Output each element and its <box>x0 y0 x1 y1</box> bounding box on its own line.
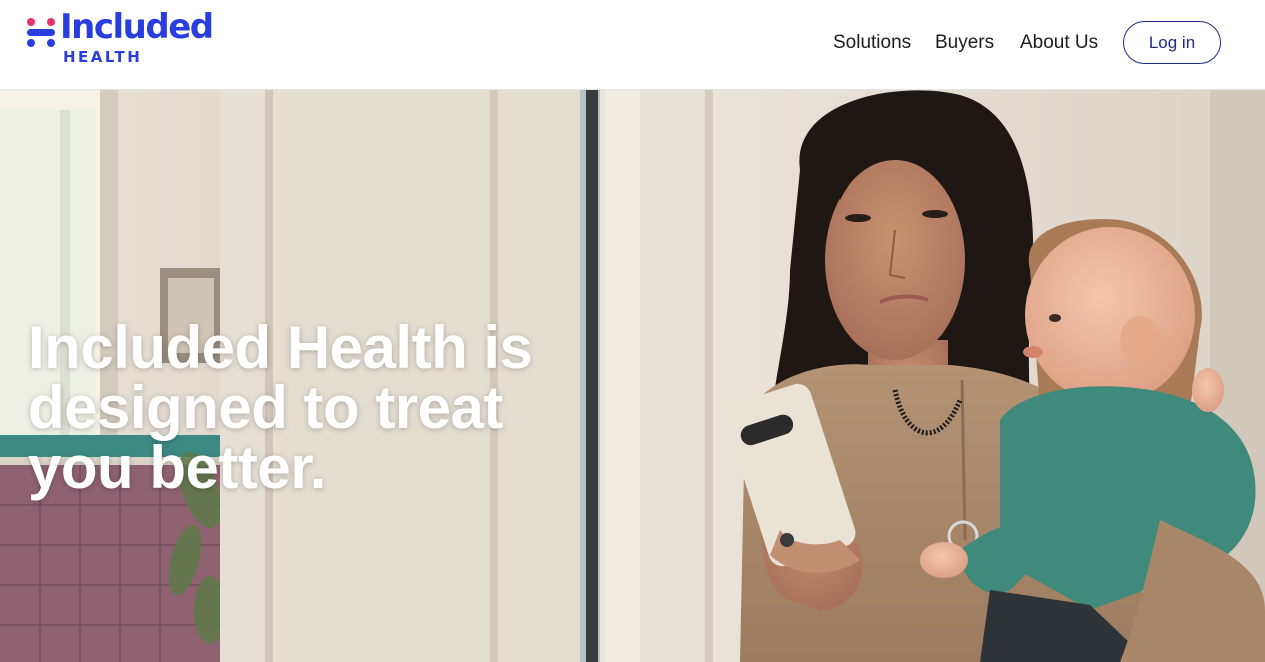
logo-mark-icon <box>27 18 55 47</box>
nav-item-buyers[interactable]: Buyers <box>935 31 994 55</box>
hero-heading: Included Health is designed to treat you… <box>28 314 533 501</box>
logo-wordmark: Included <box>60 7 214 47</box>
nav-item-solutions[interactable]: Solutions <box>833 31 911 55</box>
nav-item-about-us[interactable]: About Us <box>1020 31 1098 55</box>
logo-subtitle: HEALTH <box>63 48 143 66</box>
hero-section: Included Health is designed to treat you… <box>0 90 1265 662</box>
site-header: Included HEALTH Solutions Buyers About U… <box>0 0 1265 90</box>
login-button[interactable]: Log in <box>1123 21 1221 64</box>
included-health-logo[interactable]: Included HEALTH <box>27 10 217 68</box>
